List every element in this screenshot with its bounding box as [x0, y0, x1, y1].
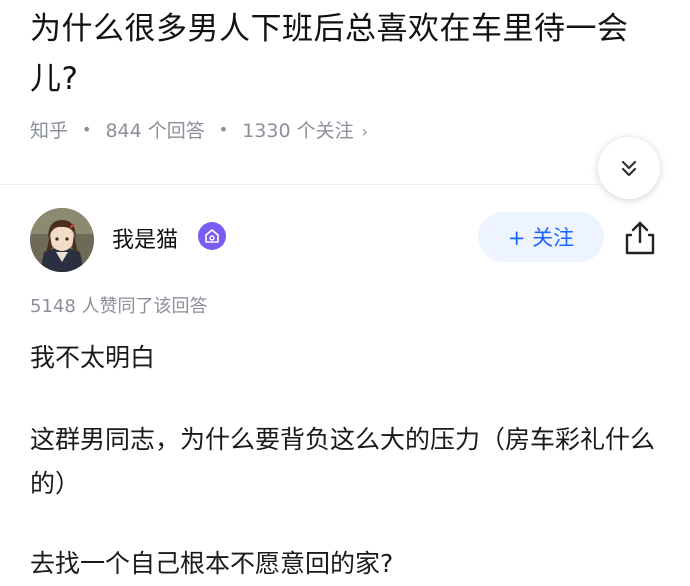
badge-glyph — [205, 229, 219, 243]
vote-count: 5148 人赞同了该回答 — [30, 296, 208, 317]
answer-paragraph: 这群男同志，为什么要背负这么大的压力（房车彩礼什么的） — [30, 425, 656, 498]
follower-count[interactable]: 1330 个关注 › — [242, 116, 368, 143]
author-name[interactable]: 我是猫 — [112, 222, 178, 254]
chevrons-down-icon — [621, 160, 637, 177]
follow-button-label: + 关注 — [507, 226, 575, 250]
answer-paragraph: 去找一个自己根本不愿意回的家? — [30, 549, 394, 578]
verified-badge-icon — [198, 222, 226, 250]
answer-count[interactable]: 844 个回答 — [105, 116, 204, 143]
divider — [0, 184, 600, 185]
share-button[interactable] — [620, 218, 660, 258]
question-meta: 知乎 • 844 个回答 • 1330 个关注 › — [30, 116, 368, 143]
answer-paragraph: 我不太明白 — [30, 343, 156, 372]
separator-dot: • — [82, 120, 92, 139]
share-icon — [625, 221, 655, 255]
follow-button[interactable]: + 关注 — [478, 212, 604, 262]
avatar-image — [30, 208, 94, 272]
question-title: 为什么很多男人下班后总喜欢在车里待一会儿? — [30, 11, 629, 97]
chevron-right-icon: › — [361, 122, 369, 141]
author-avatar[interactable] — [30, 208, 94, 272]
separator-dot: • — [218, 120, 229, 139]
follower-count-label: 1330 个关注 — [242, 120, 354, 142]
source-label[interactable]: 知乎 — [30, 116, 68, 143]
expand-button[interactable] — [598, 137, 660, 199]
